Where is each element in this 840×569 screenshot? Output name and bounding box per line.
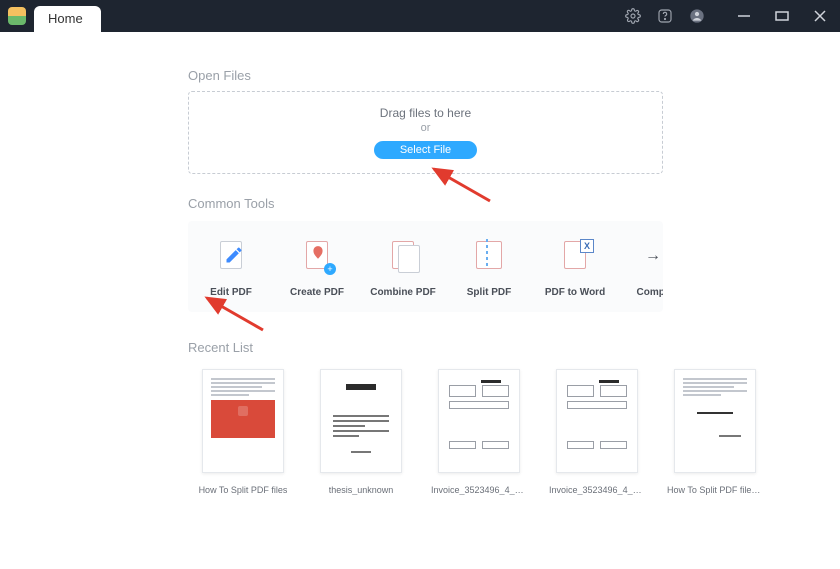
app-logo-icon [8, 7, 26, 25]
document-thumbnail [438, 369, 520, 473]
minimize-button[interactable] [736, 8, 752, 24]
recent-row: How To Split PDF files thesis_unknown In… [198, 369, 832, 495]
document-thumbnail [674, 369, 756, 473]
recent-item[interactable]: thesis_unknown [316, 369, 406, 495]
tool-label: Edit PDF [210, 287, 252, 298]
word-x-icon: X [580, 239, 594, 253]
document-thumbnail [320, 369, 402, 473]
tool-label: Split PDF [467, 287, 511, 298]
close-button[interactable] [812, 8, 828, 24]
edit-pdf-icon [214, 239, 248, 273]
recent-item[interactable]: How To Split PDF files_OCR [670, 369, 760, 495]
user-avatar-icon[interactable] [688, 7, 706, 25]
open-files-label: Open Files [188, 68, 832, 83]
recent-filename: How To Split PDF files [199, 485, 288, 495]
tab-label: Home [48, 11, 83, 26]
settings-icon[interactable] [624, 7, 642, 25]
common-tools-row: Edit PDF + Create PDF Combine PDF Split … [188, 221, 663, 312]
document-thumbnail [556, 369, 638, 473]
tool-combine-pdf[interactable]: Combine PDF [360, 239, 446, 298]
tool-label: Compress [637, 287, 663, 298]
recent-item[interactable]: Invoice_3523496_4_2023 (2) [552, 369, 642, 495]
open-files-dropzone[interactable]: Drag files to here or Select File [188, 91, 663, 174]
tool-pdf-to-word[interactable]: X PDF to Word [532, 239, 618, 298]
recent-item[interactable]: How To Split PDF files [198, 369, 288, 495]
combine-pdf-icon [386, 239, 420, 273]
recent-list-label: Recent List [188, 340, 832, 355]
tool-split-pdf[interactable]: Split PDF [446, 239, 532, 298]
common-tools-label: Common Tools [188, 196, 832, 211]
tool-create-pdf[interactable]: + Create PDF [274, 239, 360, 298]
titlebar: Home [0, 0, 840, 32]
recent-filename: thesis_unknown [329, 485, 394, 495]
select-file-button[interactable]: Select File [374, 141, 477, 159]
dropzone-or-text: or [189, 122, 662, 134]
recent-filename: How To Split PDF files_OCR [667, 485, 763, 495]
create-pdf-icon: + [300, 239, 334, 273]
recent-item[interactable]: Invoice_3523496_4_2023 (3) [434, 369, 524, 495]
tool-label: PDF to Word [545, 287, 605, 298]
dropzone-drag-text: Drag files to here [189, 106, 662, 120]
recent-filename: Invoice_3523496_4_2023 (2) [549, 485, 645, 495]
main-content: Open Files Drag files to here or Select … [8, 32, 832, 561]
split-pdf-icon [472, 239, 506, 273]
help-icon[interactable] [656, 7, 674, 25]
plus-badge-icon: + [324, 263, 336, 275]
document-thumbnail [202, 369, 284, 473]
compress-pdf-icon: →← PDF [644, 239, 663, 273]
tool-edit-pdf[interactable]: Edit PDF [188, 239, 274, 298]
pdf-to-word-icon: X [558, 239, 592, 273]
tool-label: Combine PDF [370, 287, 436, 298]
tool-compress-pdf[interactable]: →← PDF Compress [618, 239, 663, 298]
tool-label: Create PDF [290, 287, 344, 298]
tab-home[interactable]: Home [34, 6, 101, 32]
maximize-button[interactable] [774, 8, 790, 24]
recent-filename: Invoice_3523496_4_2023 (3) [431, 485, 527, 495]
